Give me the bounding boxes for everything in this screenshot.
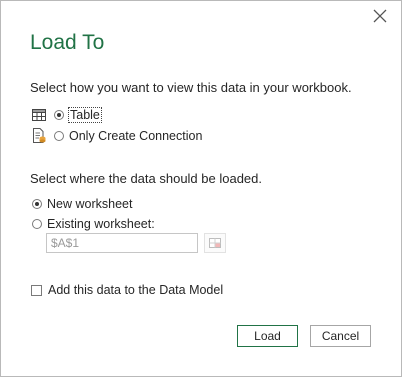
close-icon[interactable] <box>371 7 389 25</box>
table-icon <box>32 109 46 121</box>
load-button[interactable]: Load <box>237 325 298 347</box>
connection-label: Only Create Connection <box>69 128 203 143</box>
table-radio[interactable] <box>54 110 64 120</box>
view-option-table[interactable]: Table <box>32 107 102 123</box>
range-selector-button[interactable] <box>204 233 226 253</box>
new-worksheet-label: New worksheet <box>47 197 133 211</box>
location-option-existing-worksheet[interactable]: Existing worksheet: <box>32 217 155 231</box>
location-prompt: Select where the data should be loaded. <box>30 171 263 186</box>
range-selector-icon <box>209 238 221 248</box>
data-model-checkbox[interactable] <box>31 284 42 296</box>
view-option-connection[interactable]: Only Create Connection <box>32 128 202 143</box>
new-worksheet-radio[interactable] <box>32 199 42 209</box>
cell-reference-input[interactable]: $A$1 <box>46 233 198 253</box>
data-model-label: Add this data to the Data Model <box>48 283 224 297</box>
load-to-dialog: Load To Select how you want to view this… <box>0 0 402 377</box>
dialog-title: Load To <box>30 31 105 54</box>
location-option-new-worksheet[interactable]: New worksheet <box>32 197 132 211</box>
existing-worksheet-label: Existing worksheet: <box>47 217 155 231</box>
connection-icon <box>33 128 46 143</box>
existing-worksheet-radio[interactable] <box>32 219 42 229</box>
connection-radio[interactable] <box>54 130 64 141</box>
table-label: Table <box>68 107 102 123</box>
data-model-option[interactable]: Add this data to the Data Model <box>31 283 223 297</box>
view-prompt: Select how you want to view this data in… <box>30 80 352 95</box>
cancel-button[interactable]: Cancel <box>310 325 371 347</box>
